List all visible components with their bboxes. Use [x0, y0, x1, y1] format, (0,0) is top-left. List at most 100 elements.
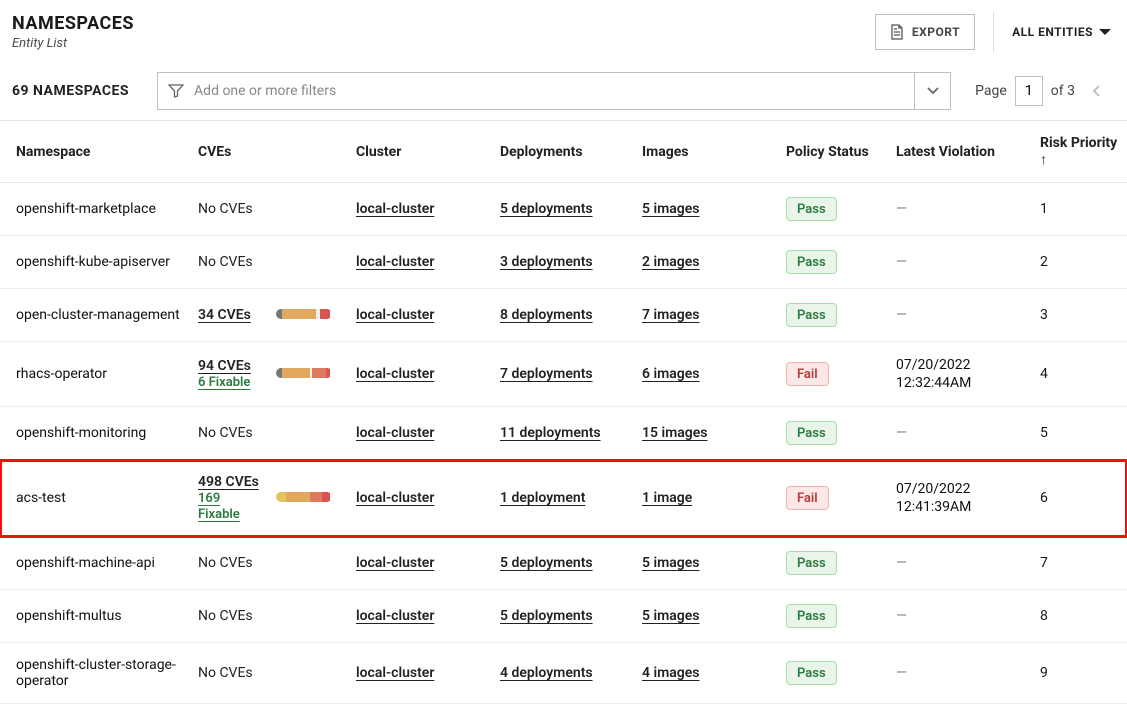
- cell-namespace: open-cluster-management: [0, 289, 190, 342]
- table-header-row: Namespace CVEs Cluster Deployments Image…: [0, 121, 1127, 183]
- filter-input-wrap[interactable]: [158, 73, 914, 109]
- pass-badge: Pass: [786, 303, 837, 327]
- export-button[interactable]: EXPORT: [875, 14, 975, 50]
- deployments-link[interactable]: 8 deployments: [500, 307, 593, 323]
- cluster-link[interactable]: local-cluster: [356, 490, 434, 506]
- table-row[interactable]: openshift-marketplaceNo CVEslocal-cluste…: [0, 183, 1127, 236]
- cluster-link[interactable]: local-cluster: [356, 608, 434, 624]
- cluster-link[interactable]: local-cluster: [356, 254, 434, 270]
- fixable-link[interactable]: 169 Fixable: [198, 491, 240, 522]
- cluster-link[interactable]: local-cluster: [356, 201, 434, 217]
- cluster-link[interactable]: local-cluster: [356, 425, 434, 441]
- fixable-link[interactable]: 6 Fixable: [198, 375, 250, 390]
- deployments-link[interactable]: 4 deployments: [500, 665, 593, 681]
- deployments-link[interactable]: 5 deployments: [500, 555, 593, 571]
- cell-cves: No CVEs: [190, 407, 268, 460]
- no-cves-label: No CVEs: [198, 608, 253, 624]
- col-cluster[interactable]: Cluster: [348, 121, 492, 183]
- cell-severity-bar: [268, 590, 348, 643]
- deployments-link[interactable]: 1 deployment: [500, 490, 585, 506]
- col-deployments[interactable]: Deployments: [492, 121, 634, 183]
- cluster-link[interactable]: local-cluster: [356, 366, 434, 382]
- deployments-link[interactable]: 5 deployments: [500, 608, 593, 624]
- table-row[interactable]: openshift-monitoringNo CVEslocal-cluster…: [0, 407, 1127, 460]
- namespace-name: openshift-multus: [16, 608, 122, 624]
- cell-latest-violation: —: [888, 537, 1032, 590]
- filter-input[interactable]: [194, 83, 904, 99]
- table-row[interactable]: open-cluster-management 34 CVEs local-clus…: [0, 289, 1127, 342]
- cell-images: 2 images: [634, 236, 778, 289]
- cell-deployments: 1 deployment: [492, 460, 634, 537]
- cell-policy-status: Pass: [778, 289, 888, 342]
- namespace-name: openshift-machine-api: [16, 555, 155, 571]
- cluster-link[interactable]: local-cluster: [356, 555, 434, 571]
- deployments-link[interactable]: 11 deployments: [500, 425, 601, 441]
- cve-count-link[interactable]: 34 CVEs: [198, 307, 260, 323]
- page-input[interactable]: [1015, 76, 1043, 106]
- col-policy-status[interactable]: Policy Status: [778, 121, 888, 183]
- namespace-name: openshift-kube-apiserver: [16, 254, 170, 270]
- cell-risk-priority: 9: [1032, 643, 1127, 704]
- cell-images: 15 images: [634, 407, 778, 460]
- col-images[interactable]: Images: [634, 121, 778, 183]
- severity-segment: [326, 368, 330, 378]
- table-row[interactable]: openshift-cluster-storage-operatorNo CVE…: [0, 643, 1127, 704]
- cell-policy-status: Fail: [778, 460, 888, 537]
- filter-dropdown-toggle[interactable]: [914, 73, 950, 109]
- all-entities-dropdown[interactable]: ALL ENTITIES: [1012, 25, 1111, 39]
- table-row[interactable]: openshift-machine-apiNo CVEslocal-cluste…: [0, 537, 1127, 590]
- no-violation-dash: —: [896, 254, 907, 270]
- export-label: EXPORT: [912, 25, 960, 39]
- fail-badge: Fail: [786, 486, 829, 510]
- deployments-link[interactable]: 5 deployments: [500, 201, 593, 217]
- risk-priority-value: 9: [1040, 665, 1048, 681]
- cell-deployments: 3 deployments: [492, 236, 634, 289]
- cve-count-link[interactable]: 94 CVEs: [198, 358, 260, 374]
- cell-namespace: openshift-cluster-storage-operator: [0, 643, 190, 704]
- cell-namespace: openshift-multus: [0, 590, 190, 643]
- table-row[interactable]: acs-test498 CVEs169 Fixablelocal-cluster…: [0, 460, 1127, 537]
- table-row[interactable]: rhacs-operator94 CVEs6 Fixablelocal-clus…: [0, 342, 1127, 407]
- namespace-name: openshift-cluster-storage-operator: [16, 657, 176, 689]
- cell-cluster: local-cluster: [348, 236, 492, 289]
- cell-severity-bar: [268, 236, 348, 289]
- table-row[interactable]: openshift-multus No CVEs local-cluster 5 de…: [0, 590, 1127, 643]
- namespaces-table: Namespace CVEs Cluster Deployments Image…: [0, 121, 1127, 704]
- toolbar: 69 NAMESPACES Page of 3: [0, 62, 1127, 121]
- cell-severity-bar: [268, 460, 348, 537]
- page-of-label: of 3: [1051, 83, 1075, 99]
- col-namespace[interactable]: Namespace: [0, 121, 190, 183]
- cell-risk-priority: 5: [1032, 407, 1127, 460]
- no-violation-dash: —: [896, 307, 907, 323]
- images-link[interactable]: 4 images: [642, 665, 700, 681]
- images-link[interactable]: 5 images: [642, 555, 700, 571]
- table-row[interactable]: openshift-kube-apiserver No CVEs local-clu…: [0, 236, 1127, 289]
- page-prev-button[interactable]: [1083, 76, 1111, 106]
- images-link[interactable]: 5 images: [642, 201, 700, 217]
- pass-badge: Pass: [786, 250, 837, 274]
- images-link[interactable]: 7 images: [642, 307, 700, 323]
- deployments-link[interactable]: 7 deployments: [500, 366, 593, 382]
- images-link[interactable]: 2 images: [642, 254, 700, 270]
- no-violation-dash: —: [896, 608, 907, 624]
- cluster-link[interactable]: local-cluster: [356, 307, 434, 323]
- cell-images: 4 images: [634, 643, 778, 704]
- severity-segment: [282, 309, 316, 319]
- col-latest-violation[interactable]: Latest Violation: [888, 121, 1032, 183]
- chevron-down-icon: [1099, 28, 1111, 36]
- deployments-link[interactable]: 3 deployments: [500, 254, 593, 270]
- cell-images: 5 images: [634, 590, 778, 643]
- col-risk-priority[interactable]: Risk Priority ↑: [1032, 121, 1127, 183]
- risk-priority-value: 7: [1040, 555, 1048, 571]
- cluster-link[interactable]: local-cluster: [356, 665, 434, 681]
- violation-date: 07/20/2022: [896, 480, 1024, 498]
- images-link[interactable]: 6 images: [642, 366, 700, 382]
- col-cves[interactable]: CVEs: [190, 121, 348, 183]
- no-cves-label: No CVEs: [198, 254, 253, 270]
- pass-badge: Pass: [786, 197, 837, 221]
- images-link[interactable]: 15 images: [642, 425, 708, 441]
- cell-deployments: 5 deployments: [492, 590, 634, 643]
- images-link[interactable]: 1 image: [642, 490, 692, 506]
- images-link[interactable]: 5 images: [642, 608, 700, 624]
- cve-count-link[interactable]: 498 CVEs: [198, 474, 260, 490]
